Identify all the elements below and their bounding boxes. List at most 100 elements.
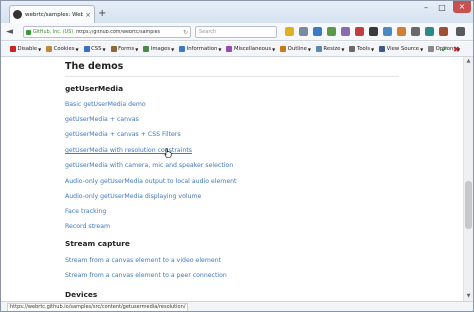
demo-link[interactable]: getUserMedia + canvas + CSS Filters [65,131,181,138]
bookmarks-menu-icon[interactable] [299,27,308,36]
css-icon [83,46,90,52]
scrollbar-thumb[interactable] [465,181,472,229]
addon-icon[interactable] [355,27,364,36]
tab-strip: webrtc/samples: WebRTC ... × + – □ × [1,1,473,23]
downloads-icon[interactable] [313,27,322,36]
dropdown-arrow-icon: ▼ [218,46,222,52]
menu-icon[interactable] [456,27,465,36]
dropdown-arrow-icon: ▼ [420,46,424,52]
tab-title: webrtc/samples: WebRTC ... [25,11,84,18]
resize-icon [315,46,322,52]
reload-icon[interactable]: ↻ [183,29,188,36]
dropdown-arrow-icon: ▼ [341,46,345,52]
images-icon [143,46,150,52]
devtoolbar-menu-images[interactable]: Images ▼ [143,46,174,52]
dropdown-arrow-icon: ▼ [38,46,42,52]
dropdown-arrow-icon: ▼ [102,46,106,52]
github-icon[interactable] [369,27,378,36]
navigation-bar: ◄ GitHub, Inc. (US) https://github.com/w… [1,23,473,41]
web-developer-toolbar: Disable ▼ Cookies ▼ CSS ▼ Forms ▼ Images ▼ Informa… [1,42,473,57]
maximize-button[interactable]: □ [435,3,449,12]
devtoolbar-label: Images [150,46,171,52]
devtoolbar-menu-view-source[interactable]: View Source ▼ [379,46,423,52]
devtoolbar-label: Outline [287,46,307,52]
devtoolbar-menu-disable[interactable]: Disable ▼ [10,46,41,52]
devtoolbar-label: Resize [323,46,341,52]
demo-link[interactable]: Audio-only getUserMedia displaying volum… [65,193,201,200]
close-window-button[interactable]: × [453,1,471,13]
devtools-icon[interactable] [439,27,448,36]
cookies-icon [46,46,53,52]
demo-link-hovered[interactable]: getUserMedia with resolution constraints [65,147,192,154]
devtoolbar-menu-forms[interactable]: Forms ▼ [110,46,139,52]
devtoolbar-label: Forms [118,46,135,52]
forms-icon [110,46,117,52]
dropdown-arrow-icon: ▼ [135,46,139,52]
demo-link[interactable]: Face tracking [65,208,106,215]
demo-link[interactable]: getUserMedia + canvas [65,116,139,123]
browser-tab[interactable]: webrtc/samples: WebRTC ... × [9,5,95,23]
devtoolbar-menu-cookies[interactable]: Cookies ▼ [46,46,79,52]
home-icon[interactable] [327,27,336,36]
firebug-icon[interactable] [397,27,406,36]
demo-link[interactable]: Record stream [65,223,110,230]
lock-icon [26,29,31,35]
tools-icon [349,46,356,52]
extension-icon[interactable] [383,27,392,36]
url-bar[interactable]: GitHub, Inc. (US) https://github.com/web… [23,26,191,38]
section-title-devices: Devices [65,290,98,299]
view-source-icon [379,46,386,52]
dropdown-arrow-icon: ▼ [75,46,79,52]
scroll-down-icon[interactable]: ▼ [464,292,473,301]
new-tab-button[interactable]: + [98,9,106,19]
devtoolbar-label: View Source [386,46,420,52]
devtoolbar-label: Tools [356,46,371,52]
page-content: The demos getUserMedia Basic getUserMedi… [1,57,463,301]
devtoolbar-menu-resize[interactable]: Resize ▼ [315,46,345,52]
demo-link[interactable]: Stream from a canvas element to a video … [65,257,221,264]
back-button[interactable]: ◄ [6,25,13,39]
bookmark-star-icon[interactable] [285,27,294,36]
outline-icon [280,46,287,52]
disable-icon [10,46,16,52]
scroll-up-icon[interactable]: ▲ [464,57,473,66]
devtoolbar-menu-css[interactable]: CSS ▼ [83,46,106,52]
page-heading: The demos [65,61,124,72]
heading-divider [65,76,399,77]
status-ok-icon: ✔ [441,45,448,54]
miscellaneous-icon [226,46,233,52]
pocket-icon[interactable] [341,27,350,36]
devtoolbar-menu-outline[interactable]: Outline ▼ [280,46,311,52]
search-input[interactable]: Search [195,26,277,38]
status-link-url: https://webrtc.github.io/samples/src/con… [7,303,189,311]
tab-close-icon[interactable]: × [85,11,91,19]
sync-icon[interactable] [411,27,420,36]
devtoolbar-menu-tools[interactable]: Tools ▼ [349,46,374,52]
reader-icon[interactable] [425,27,434,36]
information-icon [179,46,186,52]
section-title-getusermedia: getUserMedia [65,84,124,93]
vertical-scrollbar[interactable]: ▲ ▼ [463,57,473,301]
dropdown-arrow-icon: ▼ [371,46,375,52]
devtoolbar-label: Information [186,46,218,52]
devtoolbar-menu-miscellaneous[interactable]: Miscellaneous ▼ [226,46,275,52]
minimize-button[interactable]: – [419,3,433,12]
devtoolbar-label: Cookies [53,46,75,52]
demo-link[interactable]: Basic getUserMedia demo [65,101,146,108]
site-identity: GitHub, Inc. (US) [33,29,74,35]
status-bar: https://webrtc.github.io/samples/src/con… [1,301,473,311]
browser-window: webrtc/samples: WebRTC ... × + – □ × ◄ G… [0,0,474,312]
hand-cursor-icon [164,148,172,158]
status-error-icon[interactable]: ✖ [453,45,460,54]
demo-link[interactable]: Audio-only getUserMedia output to local … [65,178,236,185]
options-icon [428,46,435,52]
url-text: https://github.com/webrtc/samples [76,29,161,35]
section-title-stream-capture: Stream capture [65,239,130,248]
devtoolbar-menu-information[interactable]: Information ▼ [179,46,221,52]
demo-link[interactable]: getUserMedia with camera, mic and speake… [65,162,233,169]
devtoolbar-label: Miscellaneous [233,46,272,52]
github-favicon-icon [13,10,22,19]
dropdown-arrow-icon: ▼ [307,46,311,52]
dropdown-arrow-icon: ▼ [272,46,276,52]
demo-link[interactable]: Stream from a canvas element to a peer c… [65,272,227,279]
